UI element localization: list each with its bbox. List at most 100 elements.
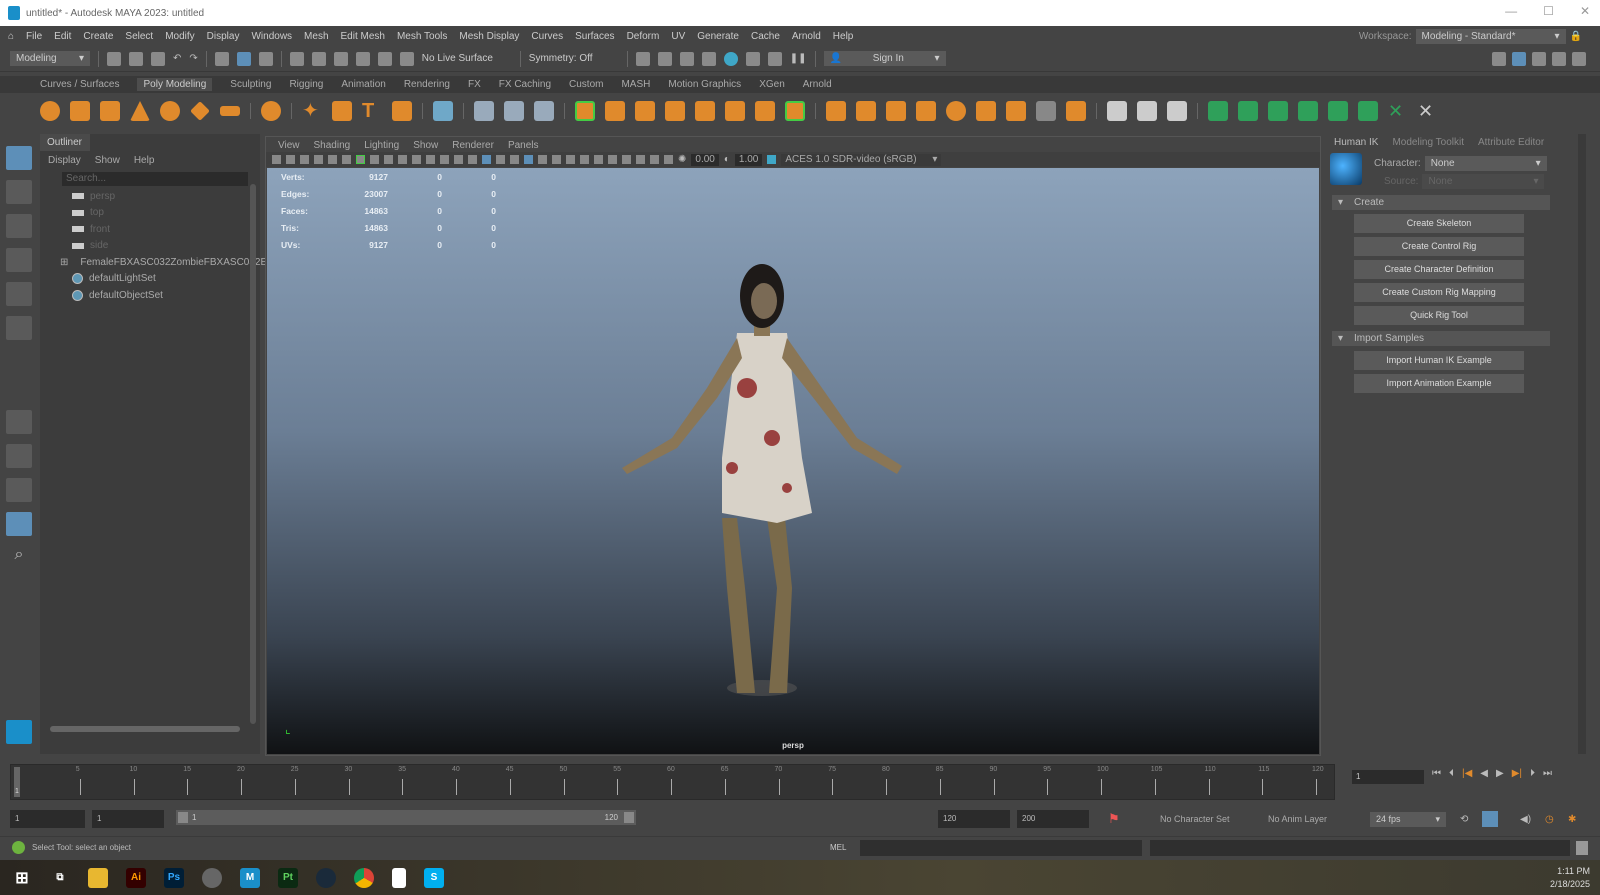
wireframe-on-shaded-icon[interactable]: [496, 155, 505, 164]
pencil-icon[interactable]: [356, 155, 365, 164]
snap-surface-icon[interactable]: [377, 51, 392, 66]
render-view-icon[interactable]: [635, 51, 650, 66]
outliner-item[interactable]: defaultObjectSet: [40, 287, 260, 304]
menu-mesh[interactable]: Mesh: [304, 31, 328, 42]
select-tool-icon[interactable]: [6, 146, 32, 170]
uv-checker-icon[interactable]: [1358, 101, 1378, 121]
loop-icon[interactable]: ⟲: [1460, 814, 1468, 825]
platonic-solid-icon[interactable]: [261, 101, 281, 121]
channel-box-icon[interactable]: [1572, 51, 1586, 66]
layout-icon[interactable]: [6, 512, 32, 536]
outliner-item[interactable]: persp: [40, 188, 260, 205]
lasso-tool-icon[interactable]: [6, 180, 32, 204]
outliner-item[interactable]: side: [40, 238, 260, 255]
shelf-tab-fx[interactable]: FX: [468, 79, 481, 90]
crop-icon[interactable]: [664, 155, 673, 164]
exposure-field[interactable]: 0.00: [691, 153, 719, 166]
range-slider[interactable]: 1 120: [176, 810, 636, 825]
snap-curve-icon[interactable]: [311, 51, 326, 66]
shelf-tab-fx-caching[interactable]: FX Caching: [499, 79, 551, 90]
snap-point-icon[interactable]: [333, 51, 348, 66]
cached-playback-icon[interactable]: [1482, 811, 1498, 827]
menu-windows[interactable]: Windows: [251, 31, 292, 42]
svg-icon[interactable]: [392, 101, 412, 121]
outliner-item[interactable]: defaultLightSet: [40, 271, 260, 288]
menu-edit-mesh[interactable]: Edit Mesh: [341, 31, 385, 42]
color-management-icon[interactable]: [767, 155, 777, 164]
outliner-horizontal-scrollbar[interactable]: [50, 726, 240, 732]
character-set-dropdown[interactable]: No Character Set: [1160, 814, 1230, 824]
range-start-handle[interactable]: [178, 812, 188, 823]
select-component-icon[interactable]: [258, 51, 273, 66]
uv-editor-icon[interactable]: [1137, 101, 1157, 121]
color-space-dropdown[interactable]: ACES 1.0 SDR-video (sRGB) ▾: [781, 153, 942, 166]
shadows-icon[interactable]: [552, 155, 561, 164]
maya-taskbar-icon[interactable]: M: [240, 867, 260, 888]
ipr-render-icon[interactable]: [679, 51, 694, 66]
menu-mesh-tools[interactable]: Mesh Tools: [397, 31, 447, 42]
auto-key-icon[interactable]: ⚑: [1108, 811, 1120, 827]
modeling-toolkit-icon[interactable]: [1492, 51, 1506, 66]
sculpt-brush-icon[interactable]: [1107, 101, 1127, 121]
menu-create[interactable]: Create: [83, 31, 113, 42]
go-to-start-icon[interactable]: ⏮: [1432, 768, 1441, 779]
boolean-icon[interactable]: [575, 101, 595, 121]
live-surface-field[interactable]: No Live Surface: [422, 53, 512, 64]
create-skeleton-button[interactable]: Create Skeleton: [1354, 214, 1524, 233]
quad-draw-icon[interactable]: [886, 101, 906, 121]
shelf-tab-xgen[interactable]: XGen: [759, 79, 785, 90]
connect-icon[interactable]: [946, 101, 966, 121]
panel-scrollbar[interactable]: [1578, 134, 1586, 754]
collapse-icon[interactable]: [976, 101, 996, 121]
slide-edge-icon[interactable]: [1006, 101, 1026, 121]
xray-icon[interactable]: [510, 155, 519, 164]
gamma-field[interactable]: 1.00: [734, 153, 763, 166]
light-editor-icon[interactable]: [767, 51, 782, 66]
create-control-rig-button[interactable]: Create Control Rig: [1354, 237, 1524, 256]
shelf-tab-mash[interactable]: MASH: [621, 79, 650, 90]
minimize-icon[interactable]: —: [1505, 4, 1517, 18]
outliner-tab[interactable]: Outliner: [40, 134, 90, 151]
film-gate-icon[interactable]: [384, 155, 393, 164]
go-to-end-icon[interactable]: ⏭: [1543, 768, 1552, 779]
snap-vertex-icon[interactable]: [399, 51, 414, 66]
viewport-menu-renderer[interactable]: Renderer: [452, 140, 494, 151]
shelf-tab-animation[interactable]: Animation: [341, 79, 385, 90]
range-end-handle[interactable]: [624, 812, 634, 823]
persp-outliner-icon[interactable]: [6, 478, 32, 502]
mirror-icon[interactable]: [605, 101, 625, 121]
select-hierarchy-icon[interactable]: [214, 51, 229, 66]
chrome-icon[interactable]: [354, 867, 374, 888]
notepad-icon[interactable]: [392, 867, 406, 888]
menu-select[interactable]: Select: [125, 31, 153, 42]
multi-cut-icon[interactable]: [785, 101, 805, 121]
super-shape-icon[interactable]: ✦: [302, 101, 322, 121]
close-icon[interactable]: ✕: [1580, 4, 1590, 18]
poly-cone-icon[interactable]: [130, 101, 150, 121]
menu-edit[interactable]: Edit: [54, 31, 71, 42]
isolate-select-icon[interactable]: [622, 155, 631, 164]
viewport-menu-lighting[interactable]: Lighting: [364, 140, 399, 151]
render-settings-icon[interactable]: [701, 51, 716, 66]
poly-sphere-icon[interactable]: [40, 101, 60, 121]
viewport-menu-panels[interactable]: Panels: [508, 140, 539, 151]
script-editor-icon[interactable]: [1576, 841, 1588, 855]
substance-designer-icon[interactable]: [316, 867, 336, 888]
shelf-tab-rigging[interactable]: Rigging: [289, 79, 323, 90]
import-samples-section-header[interactable]: Import Samples: [1332, 331, 1550, 346]
shelf-tab-arnold[interactable]: Arnold: [803, 79, 832, 90]
anti-aliasing-icon[interactable]: [594, 155, 603, 164]
outliner-search-input[interactable]: Search...: [62, 172, 248, 186]
depth-of-field-icon[interactable]: [608, 155, 617, 164]
step-forward-key-icon[interactable]: ⏵: [1530, 768, 1535, 779]
xray-active-icon[interactable]: [650, 155, 659, 164]
insert-edge-loop-icon[interactable]: [826, 101, 846, 121]
end-time-field[interactable]: 120: [938, 810, 1010, 828]
four-view-icon[interactable]: [6, 444, 32, 468]
ambient-occlusion-icon[interactable]: [566, 155, 575, 164]
redo-icon[interactable]: ↷: [189, 53, 197, 64]
field-chart-icon[interactable]: [426, 155, 435, 164]
viewport-menu-show[interactable]: Show: [413, 140, 438, 151]
attribute-editor-icon[interactable]: [1532, 51, 1546, 66]
uv-auto-seams-icon[interactable]: ✕: [1388, 101, 1408, 121]
